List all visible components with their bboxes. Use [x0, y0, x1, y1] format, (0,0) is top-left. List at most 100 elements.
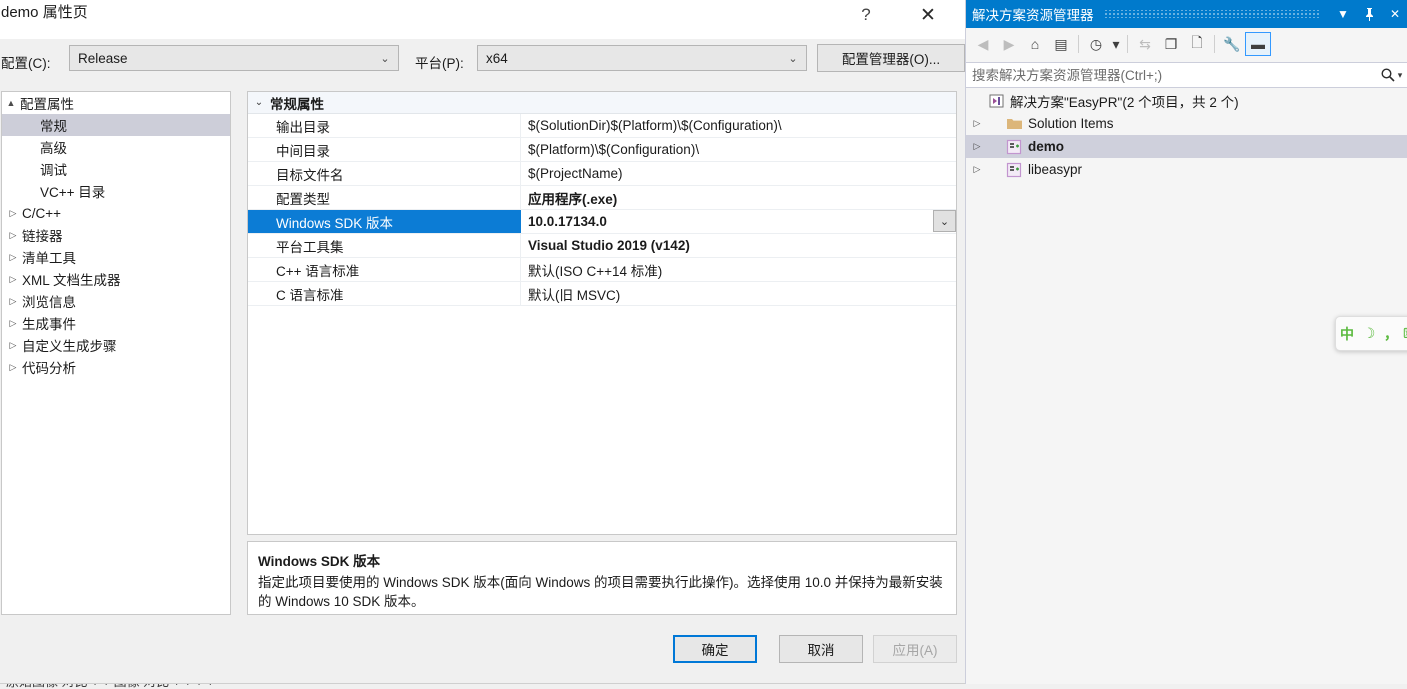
property-row[interactable]: 中间目录 $(Platform)\$(Configuration)\ — [248, 138, 956, 162]
pin-icon[interactable] — [1356, 0, 1382, 28]
property-group-label: 常规属性 — [270, 96, 324, 112]
chinese-mode-icon[interactable]: 中 — [1336, 323, 1358, 345]
property-name: 目标文件名 — [248, 162, 521, 185]
home-icon[interactable]: ⌂ — [1022, 32, 1048, 56]
triangle-collapsed-icon[interactable]: ▷ — [4, 296, 22, 307]
platform-value: x64 — [486, 50, 508, 66]
property-group-header[interactable]: ⌄ 常规属性 — [248, 92, 956, 114]
search-dropdown-icon[interactable]: ▾ — [1398, 70, 1403, 81]
tree-node-2[interactable]: 调试 — [2, 158, 230, 180]
cancel-button[interactable]: 取消 — [779, 635, 863, 663]
property-row[interactable]: 输出目录 $(SolutionDir)$(Platform)\$(Configur… — [248, 114, 956, 138]
tree-node-label: 浏览信息 — [22, 295, 76, 310]
configuration-combobox[interactable]: Release ⌄ — [69, 45, 399, 71]
dialog-title: demo 属性页 — [1, 4, 88, 21]
property-value[interactable]: 默认(旧 MSVC) — [521, 282, 956, 305]
description-title: Windows SDK 版本 — [258, 554, 381, 569]
tree-node-label: 高级 — [40, 141, 67, 156]
tree-node-1[interactable]: 高级 — [2, 136, 230, 158]
show-all-files-icon[interactable]: ▤ — [1048, 32, 1074, 56]
property-value[interactable]: 默认(ISO C++14 标准) — [521, 258, 956, 281]
tree-node-10[interactable]: ▷ 自定义生成步骤 — [2, 334, 230, 356]
close-button[interactable]: ✕ — [905, 0, 951, 35]
tree-node-3[interactable]: VC++ 目录 — [2, 180, 230, 202]
tree-node-6[interactable]: ▷ 清单工具 — [2, 246, 230, 268]
solution-tree-node[interactable]: 解决方案"EasyPR"(2 个项目，共 2 个) — [966, 89, 1407, 112]
solution-tree-node[interactable]: ▷ demo — [966, 135, 1407, 158]
tree-node-9[interactable]: ▷ 生成事件 — [2, 312, 230, 334]
dialog-title-bar: demo 属性页 ? ✕ — [0, 0, 969, 39]
search-icon[interactable]: ▾ — [1374, 67, 1407, 83]
configuration-value: Release — [78, 50, 128, 66]
pending-changes-icon[interactable]: ◷ — [1083, 32, 1109, 56]
triangle-collapsed-icon[interactable]: ▷ — [4, 274, 22, 285]
solution-tree-node-label: demo — [1028, 139, 1065, 154]
solution-explorer-toolbar: ◀ ▶ ⌂ ▤ ◷ ▾ ⇆ ❐ 🗋 🔧 ▬ — [966, 28, 1407, 60]
property-row[interactable]: 平台工具集 Visual Studio 2019 (v142) — [248, 234, 956, 258]
property-value[interactable]: Visual Studio 2019 (v142) — [521, 234, 956, 257]
search-input[interactable] — [966, 66, 1374, 84]
solution-tree[interactable]: 解决方案"EasyPR"(2 个项目，共 2 个) ▷ Solution Items… — [966, 89, 1407, 684]
configuration-bar: 配置(C): Release ⌄ 平台(P): x64 ⌄ 配置管理器(O)..… — [0, 39, 969, 83]
solution-explorer-search[interactable]: ▾ — [966, 62, 1407, 88]
property-value[interactable]: $(SolutionDir)$(Platform)\$(Configuratio… — [521, 114, 956, 137]
triangle-collapsed-icon[interactable]: ▷ — [4, 340, 22, 351]
close-icon[interactable]: ✕ — [1382, 0, 1407, 28]
window-dropdown-icon[interactable]: ▼ — [1330, 0, 1356, 28]
collapse-icon[interactable]: ▬ — [1245, 32, 1271, 56]
property-value[interactable]: $(Platform)\$(Configuration)\ — [521, 138, 956, 161]
tree-node-label: 代码分析 — [22, 361, 76, 376]
tree-node-0[interactable]: 常规 — [2, 114, 230, 136]
pending-changes-dropdown-icon[interactable]: ▾ — [1109, 32, 1123, 56]
property-pages-dialog: demo 属性页 ? ✕ 配置(C): Release ⌄ 平台(P): x64… — [0, 0, 970, 684]
tree-node-5[interactable]: ▷ 链接器 — [2, 224, 230, 246]
tree-node-label: 配置属性 — [20, 97, 74, 112]
tree-node-8[interactable]: ▷ 浏览信息 — [2, 290, 230, 312]
chevron-down-icon: ⌄ — [788, 52, 798, 65]
solution-tree-node[interactable]: ▷ libeasypr — [966, 158, 1407, 181]
drag-grip[interactable] — [1103, 10, 1320, 18]
triangle-collapsed-icon[interactable]: ▷ — [4, 318, 22, 329]
configuration-tree[interactable]: ▲ 配置属性 常规 高级 调试 VC++ 目录 ▷ C/C++ ▷ 链接器 ▷ 清单工具 ▷ XML … — [1, 91, 231, 615]
tree-node-label: 调试 — [40, 163, 67, 178]
tree-node-label: C/C++ — [22, 205, 62, 221]
triangle-collapsed-icon[interactable]: ▷ — [4, 362, 22, 373]
configuration-manager-button[interactable]: 配置管理器(O)... — [817, 44, 965, 72]
punctuation-icon[interactable]: ， — [1380, 323, 1402, 345]
keyboard-icon[interactable]: ⌨ — [1402, 323, 1407, 345]
tree-node-label: 生成事件 — [22, 317, 76, 332]
triangle-collapsed-icon[interactable]: ▷ — [4, 252, 22, 263]
property-value[interactable]: 10.0.17134.0 — [521, 210, 956, 233]
triangle-collapsed-icon[interactable]: ▷ — [966, 141, 988, 152]
refresh-icon[interactable]: ❐ — [1158, 32, 1184, 56]
property-row[interactable]: Windows SDK 版本 10.0.17134.0 ⌄ — [248, 210, 956, 234]
property-row[interactable]: 配置类型 应用程序(.exe) — [248, 186, 956, 210]
solution-tree-node[interactable]: ▷ Solution Items — [966, 112, 1407, 135]
properties-icon[interactable]: 🔧 — [1219, 32, 1245, 56]
moon-icon[interactable]: ☽ — [1358, 323, 1380, 345]
tree-node-label: 自定义生成步骤 — [22, 339, 117, 354]
tree-node-7[interactable]: ▷ XML 文档生成器 — [2, 268, 230, 290]
platform-combobox[interactable]: x64 ⌄ — [477, 45, 807, 71]
tree-node-11[interactable]: ▷ 代码分析 — [2, 356, 230, 378]
triangle-collapsed-icon[interactable]: ▷ — [4, 208, 22, 219]
property-value[interactable]: $(ProjectName) — [521, 162, 956, 185]
triangle-collapsed-icon[interactable]: ▷ — [966, 118, 988, 129]
forward-icon: ▶ — [1003, 35, 1015, 52]
property-row[interactable]: C 语言标准 默认(旧 MSVC) — [248, 282, 956, 306]
property-grid[interactable]: ⌄ 常规属性 输出目录 $(SolutionDir)$(Platform)\$(C… — [247, 91, 957, 535]
triangle-collapsed-icon[interactable]: ▷ — [4, 230, 22, 241]
triangle-collapsed-icon[interactable]: ▷ — [966, 164, 988, 175]
ime-toolbar[interactable]: 中☽，⌨ — [1335, 316, 1407, 351]
sync-icon: ⇆ — [1139, 35, 1151, 52]
view-code-icon[interactable]: 🗋 — [1184, 32, 1210, 56]
tree-node-4[interactable]: ▷ C/C++ — [2, 202, 230, 224]
tree-node-root[interactable]: ▲ 配置属性 — [2, 92, 230, 114]
ok-button[interactable]: 确定 — [673, 635, 757, 663]
property-row[interactable]: C++ 语言标准 默认(ISO C++14 标准) — [248, 258, 956, 282]
toolbar-divider — [1078, 35, 1079, 53]
property-value-dropdown-button[interactable]: ⌄ — [933, 210, 956, 232]
property-value[interactable]: 应用程序(.exe) — [521, 186, 956, 209]
property-row[interactable]: 目标文件名 $(ProjectName) — [248, 162, 956, 186]
help-button[interactable]: ? — [843, 0, 889, 35]
